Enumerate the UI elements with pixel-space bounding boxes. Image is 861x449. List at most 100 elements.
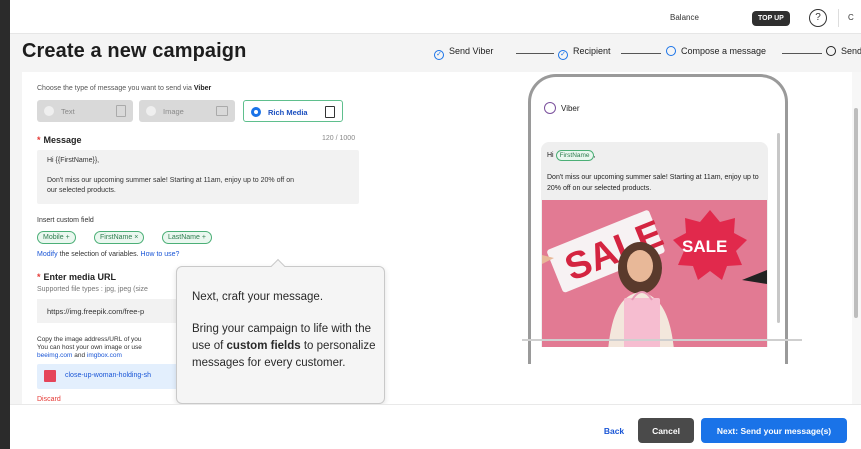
plus-icon[interactable]: + [66,234,70,241]
bubble-text: Hi FirstName, Don't miss our upcoming su… [547,150,762,194]
radio-icon [146,106,156,116]
check-icon: ✓ [558,50,568,60]
scrollbar-thumb[interactable] [854,108,858,318]
step-compose[interactable]: Compose a message [666,46,766,60]
preview-scrollbar[interactable] [777,133,780,323]
supported-types-text: Supported file types : jpg, jpeg (size [37,286,148,293]
type-option-rich-media[interactable]: Rich Media [243,100,343,122]
remove-icon[interactable]: × [134,234,138,241]
app-frame: Balance TOP UP ? C Create a new campaign… [10,0,861,449]
check-icon: ✓ [434,50,444,60]
bubble-body: Don't miss our upcoming summer sale! Sta… [547,174,759,192]
media-label-text: Enter media URL [43,272,117,282]
sale-image: SALE SALE [542,200,767,347]
viber-icon [544,102,556,114]
radio-icon [44,106,54,116]
sale-illustration: SALE SALE [542,200,767,347]
beeimg-link[interactable]: beeimg.com [37,352,72,359]
type-option-label: Rich Media [268,108,308,117]
account-initial[interactable]: C [848,13,854,22]
step-connector [621,53,661,54]
field-chip-mobile[interactable]: Mobile + [37,231,76,244]
how-to-use-link[interactable]: How to use? [141,251,180,258]
type-option-image[interactable]: Image [139,100,235,122]
file-name: close-up-woman-holding-sh [65,372,151,379]
plus-icon[interactable]: + [202,234,206,241]
field-chip-firstname[interactable]: FirstName × [94,231,145,244]
modify-variables-text: Modify the selection of variables. How t… [37,251,179,258]
tooltip-body: Bring your campaign to life with the use… [192,321,377,372]
step-send-viber[interactable]: ✓ Send Viber [434,46,493,60]
step-label: Send [841,46,861,56]
balance-label: Balance [670,13,699,22]
document-icon [116,105,126,117]
imgbox-link[interactable]: imgbox.com [87,352,122,359]
copy-and: and [72,352,87,359]
message-type-label: Choose the type of message you want to s… [37,85,211,92]
message-label-text: Message [43,135,82,145]
step-label: Send Viber [449,46,494,56]
message-textarea[interactable]: Hi {{FirstName}}, Don't miss our upcomin… [37,150,359,204]
type-label-text: Choose the type of message you want to s… [37,85,194,92]
help-icon[interactable]: ? [809,9,827,27]
page-title: Create a new campaign [22,40,247,62]
progress-stepper: ✓ Send Viber ✓ Recipient Compose a message… [434,46,861,60]
top-bar: Balance TOP UP ? C [10,0,861,34]
required-marker: * [37,272,41,282]
type-option-text[interactable]: Text [37,100,133,122]
rich-media-icon [325,106,335,118]
step-label: Recipient [573,46,611,56]
modify-link[interactable]: Modify [37,251,58,258]
phone-frame: Viber Hi FirstName, Don't miss our upcom… [528,74,788,364]
topup-button[interactable]: TOP UP [752,11,790,26]
pending-step-icon [826,46,836,56]
chip-label: Mobile [43,234,64,241]
onboarding-tooltip: Next, craft your message. Bring your cam… [176,258,385,404]
step-connector [516,53,554,54]
sale-badge-text: SALE [682,237,727,256]
tooltip-heading: Next, craft your message. [192,291,324,303]
image-icon [216,106,228,116]
message-label: * Message [37,135,82,145]
insert-field-label: Insert custom field [37,217,94,224]
radio-selected-icon [251,107,261,117]
step-label: Compose a message [681,46,767,56]
page-scrollbar[interactable] [852,72,861,404]
footer-bar: Back Cancel Next: Send your message(s) [10,404,861,449]
copy-line: You can host your own image or use [37,344,142,351]
chip-label: LastName [168,234,200,241]
chip-label: FirstName [100,234,133,241]
required-marker: * [37,135,41,145]
message-line: Don't miss our upcoming summer sale! Sta… [47,177,294,184]
field-chip-lastname[interactable]: LastName + [162,231,212,244]
topbar-divider [838,9,839,27]
type-option-label: Image [163,107,184,116]
firstname-chip: FirstName [555,150,594,161]
greeting-text: Hi [547,152,556,159]
step-recipient[interactable]: ✓ Recipient [558,46,611,60]
step-send[interactable]: Send [826,46,861,60]
type-option-label: Text [61,107,75,116]
message-line: Hi {{FirstName}}, [47,157,100,164]
copy-line: Copy the image address/URL of you [37,336,142,343]
character-count: 120 / 1000 [322,135,356,142]
modify-text: the selection of variables. [57,251,141,258]
step-connector [782,53,822,54]
next-send-button[interactable]: Next: Send your message(s) [701,418,847,443]
type-label-brand: Viber [193,85,212,92]
tooltip-bold: custom fields [226,340,301,352]
viber-label: Viber [561,104,580,113]
current-step-icon [666,46,676,56]
media-url-label: * Enter media URL [37,272,116,282]
message-bubble: Hi FirstName, Don't miss our upcoming su… [541,142,768,347]
comma: , [593,152,596,159]
image-thumbnail-icon [44,370,56,382]
back-button[interactable]: Back [596,418,632,443]
phone-base-line [522,339,802,341]
uploaded-file[interactable]: close-up-woman-holding-sh [37,364,197,389]
cancel-button[interactable]: Cancel [638,418,694,443]
message-line: our selected products. [47,187,116,194]
phone-preview: Viber Hi FirstName, Don't miss our upcom… [522,72,852,404]
discard-link[interactable]: Discard [37,396,61,403]
